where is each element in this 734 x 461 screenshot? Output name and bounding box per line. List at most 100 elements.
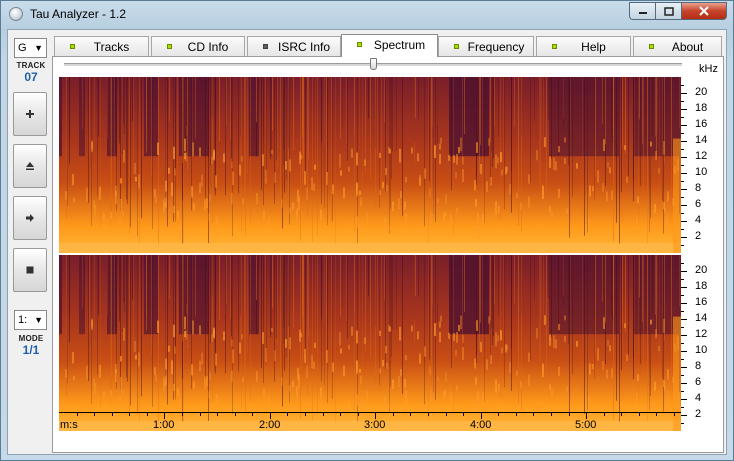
tab-label: Help	[581, 40, 606, 54]
freq-tick-label: 20	[695, 264, 708, 276]
freq-tick	[681, 237, 687, 238]
time-axis: m:s 1:00 2:00 3:00 4:00 5:00	[59, 412, 681, 433]
time-tick	[656, 413, 657, 416]
tab-cd-info[interactable]: CD Info	[151, 36, 245, 56]
time-tick	[569, 413, 570, 416]
time-tick	[252, 413, 253, 416]
freq-tick	[681, 133, 684, 134]
frequency-unit-label: kHz	[699, 63, 718, 75]
add-button[interactable]	[13, 92, 47, 136]
freq-tick	[681, 303, 687, 304]
time-tick	[498, 413, 499, 416]
time-tick	[428, 413, 429, 416]
time-tick	[674, 413, 675, 416]
freq-tick	[681, 101, 684, 102]
freq-tick-label: 12	[695, 150, 708, 162]
slider-thumb[interactable]	[370, 58, 377, 70]
close-button[interactable]	[681, 2, 727, 20]
tab-isrc-info[interactable]: ISRC Info	[247, 36, 341, 56]
track-label: TRACK	[16, 61, 46, 70]
tab-label: Spectrum	[373, 38, 426, 52]
freq-tick-label: 14	[695, 312, 708, 324]
time-tick-label: 3:00	[364, 419, 386, 431]
tab-spectrum[interactable]: Spectrum	[341, 34, 438, 57]
close-icon	[699, 6, 709, 16]
tab-tracks[interactable]: Tracks	[54, 36, 149, 56]
led-indicator	[263, 44, 268, 49]
freq-tick	[681, 125, 687, 126]
eject-button[interactable]	[13, 144, 47, 188]
mode-select[interactable]: 1: ▼	[14, 310, 47, 330]
time-tick	[463, 413, 464, 416]
tab-label: CD Info	[187, 40, 229, 54]
freq-tick	[681, 85, 684, 86]
freq-tick-label: 6	[695, 198, 702, 210]
tab-frequency[interactable]: Frequency	[438, 36, 534, 56]
freq-tick-label: 2	[695, 408, 702, 420]
tab-about[interactable]: About	[633, 36, 722, 56]
freq-tick	[681, 391, 684, 392]
freq-tick	[681, 157, 687, 158]
freq-tick-label: 10	[695, 166, 708, 178]
time-tick	[358, 413, 359, 416]
freq-tick-label: 18	[695, 280, 708, 292]
drive-select-value: G	[18, 42, 27, 54]
time-tick	[551, 413, 552, 416]
freq-tick-label: 20	[695, 86, 708, 98]
app-window: Tau Analyzer - 1.2 G ▼ TRACK 07 1: ▼ MOD…	[0, 0, 734, 461]
time-tick	[393, 413, 394, 416]
freq-tick	[681, 295, 684, 296]
time-tick	[305, 413, 306, 416]
time-tick	[112, 413, 113, 416]
title-bar[interactable]: Tau Analyzer - 1.2	[1, 1, 733, 29]
freq-tick	[681, 165, 684, 166]
maximize-button[interactable]	[655, 2, 681, 20]
spectrogram-left-channel	[59, 77, 681, 253]
time-tick	[94, 413, 95, 416]
freq-tick	[681, 245, 684, 246]
led-indicator	[649, 44, 654, 49]
freq-tick-label: 8	[695, 182, 702, 194]
maximize-icon	[663, 6, 674, 16]
spectrogram-image	[59, 255, 681, 431]
freq-tick	[681, 181, 684, 182]
play-button[interactable]	[13, 196, 47, 240]
time-tick	[446, 413, 447, 416]
freq-tick-label: 12	[695, 328, 708, 340]
drive-select[interactable]: G ▼	[14, 38, 47, 58]
stop-button[interactable]	[13, 248, 47, 292]
freq-tick	[681, 287, 687, 288]
eject-icon	[26, 162, 34, 170]
time-tick	[182, 413, 183, 416]
time-tick	[639, 413, 640, 416]
time-tick	[516, 413, 517, 416]
freq-tick	[681, 415, 687, 416]
time-tick	[410, 413, 411, 416]
time-tick	[604, 413, 605, 416]
freq-tick	[681, 375, 684, 376]
time-tick	[287, 413, 288, 416]
time-tick	[340, 413, 341, 416]
plus-icon	[26, 110, 34, 118]
mode-label: MODE	[18, 334, 44, 343]
time-tick	[235, 413, 236, 416]
time-tick-label: 5:00	[575, 419, 597, 431]
time-tick-label: 4:00	[470, 419, 492, 431]
freq-tick	[681, 319, 687, 320]
mode-select-value: 1:	[18, 314, 28, 326]
freq-tick	[681, 343, 684, 344]
led-indicator	[552, 44, 557, 49]
spectrum-panel: kHz 20 18 16 14 12 10 8 6 4 2 20 18 16 14 12 10 8 6 4 2 m:…	[52, 56, 724, 453]
tab-help[interactable]: Help	[536, 36, 631, 56]
stop-icon	[26, 266, 34, 274]
minimize-icon	[638, 12, 647, 14]
freq-tick-label: 14	[695, 134, 708, 146]
minimize-button[interactable]	[629, 2, 655, 20]
time-tick-label: 1:00	[153, 419, 175, 431]
freq-tick	[681, 279, 684, 280]
freq-tick-label: 10	[695, 344, 708, 356]
spectrogram-image	[59, 77, 681, 253]
freq-tick	[681, 93, 687, 94]
freq-tick	[681, 109, 687, 110]
tab-label: About	[671, 40, 704, 54]
